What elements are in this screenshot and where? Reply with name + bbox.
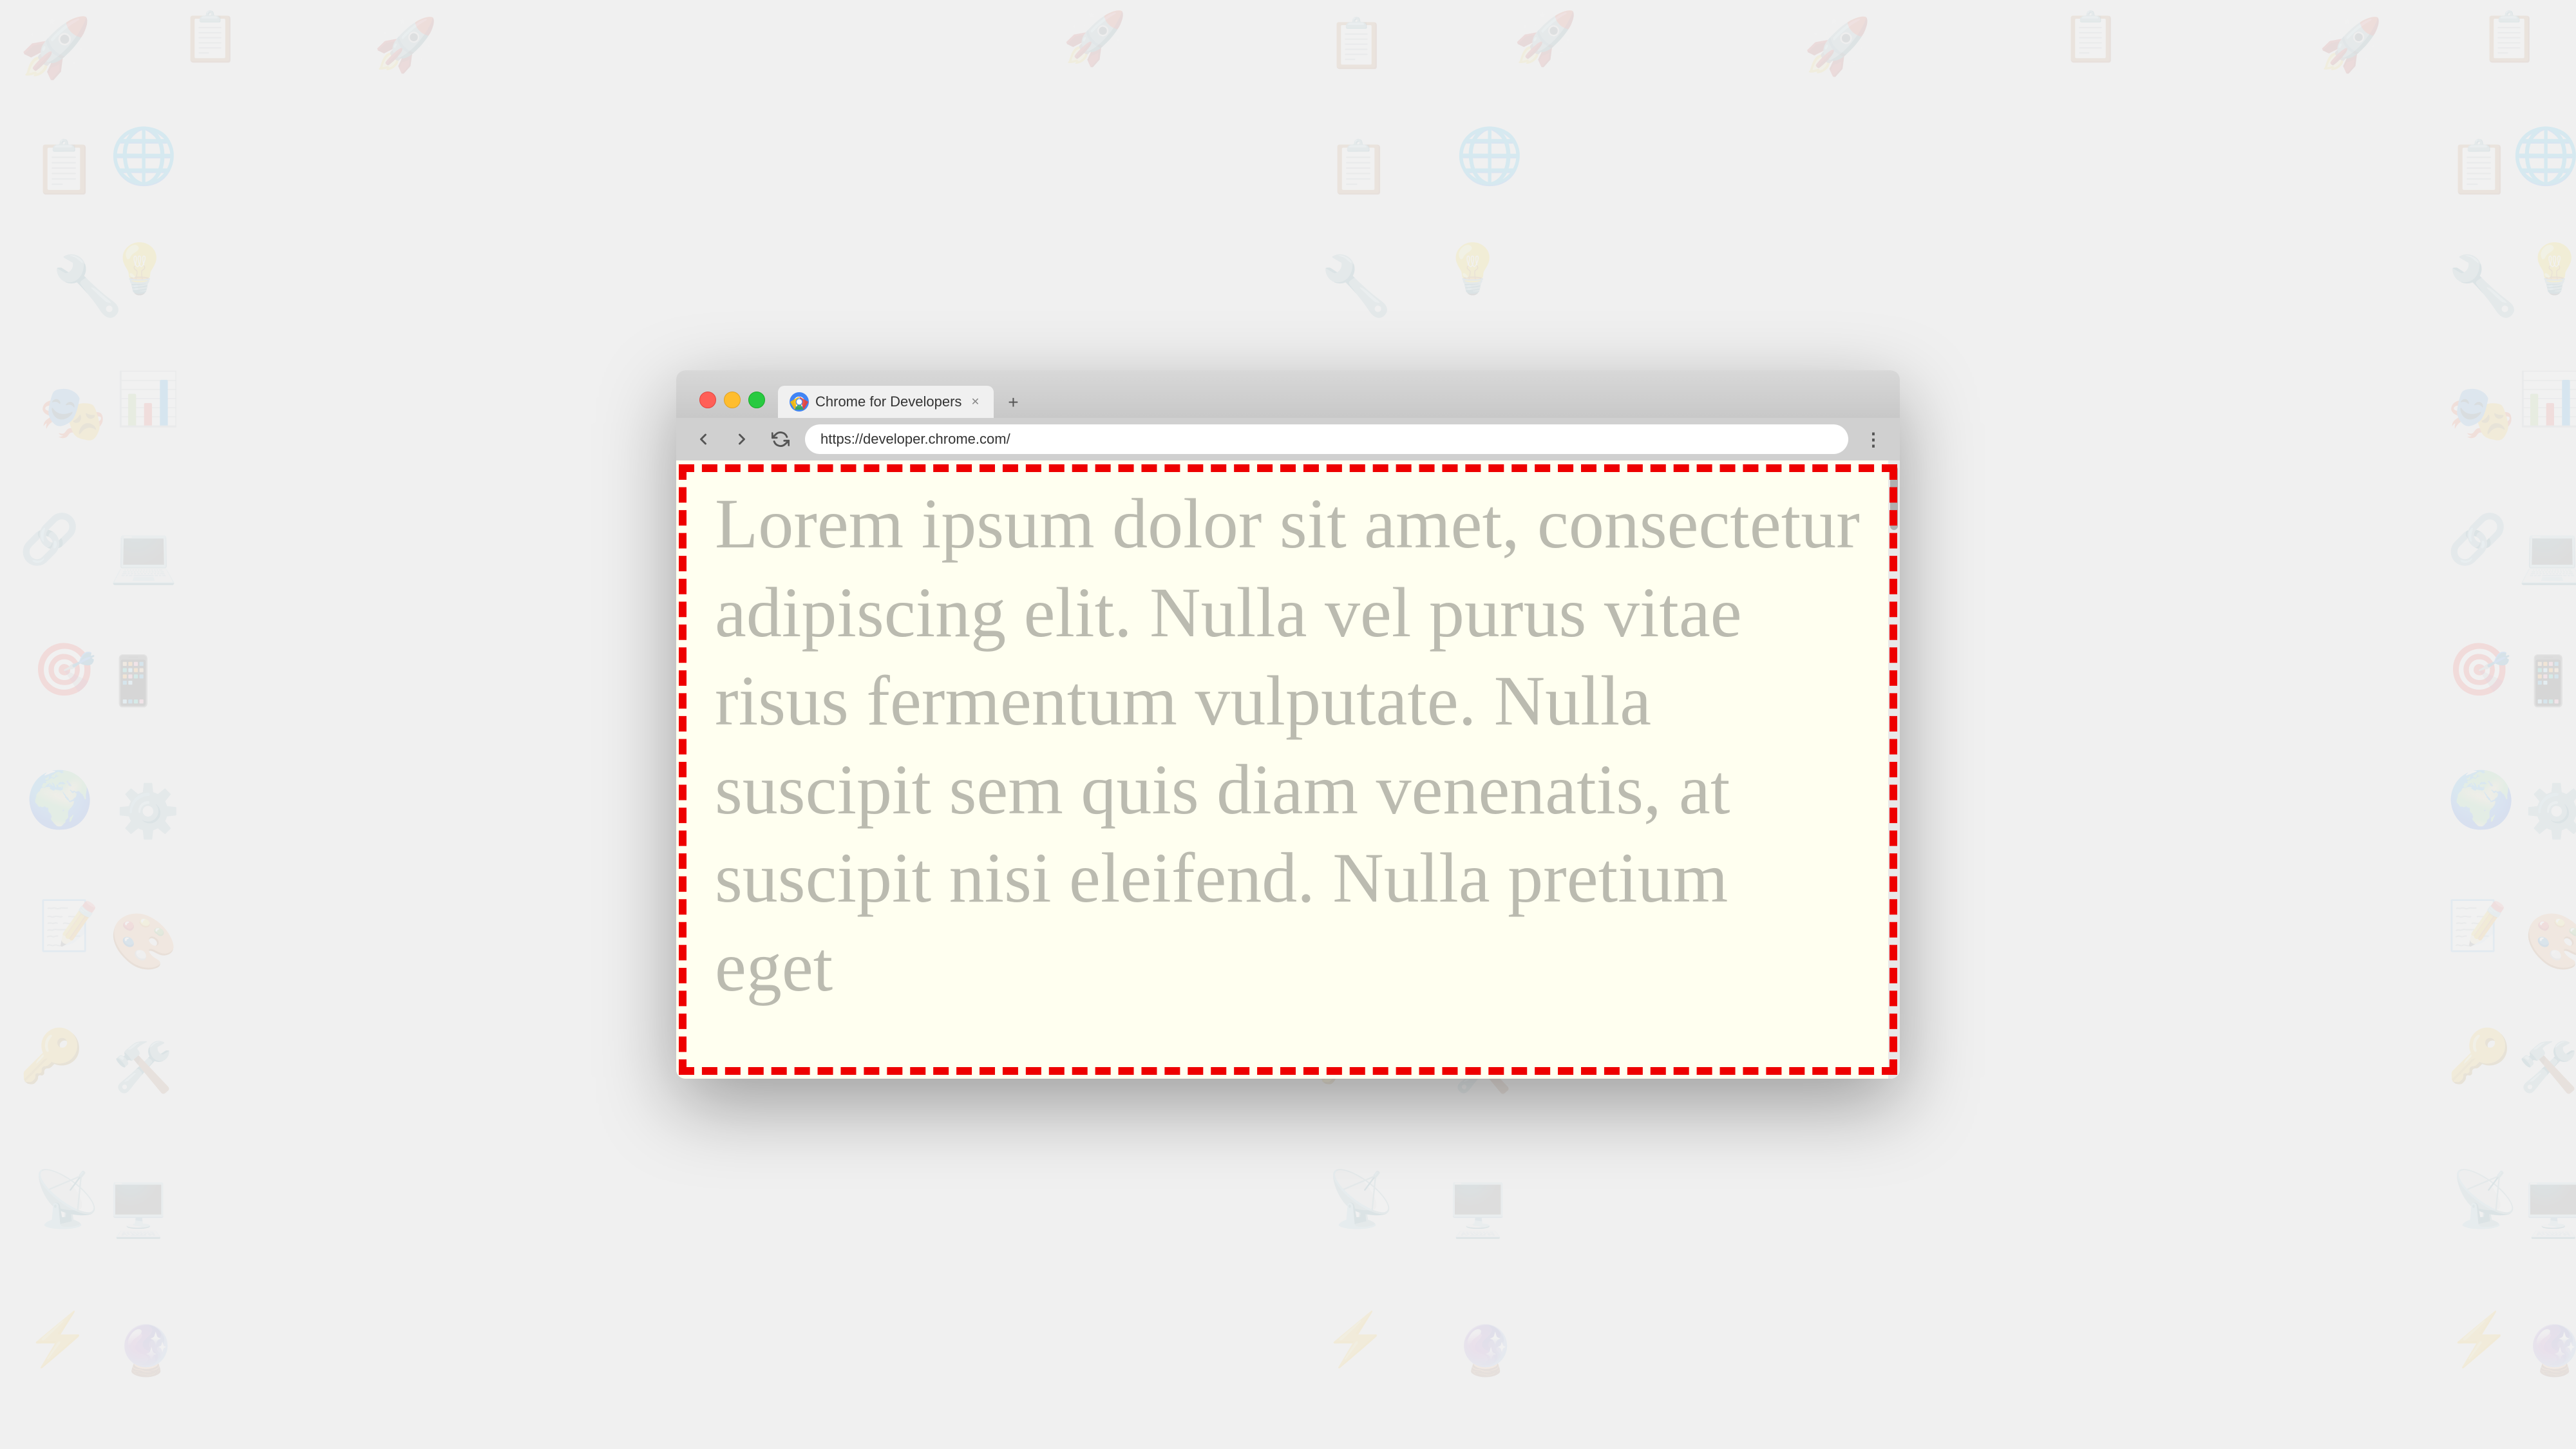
reload-button[interactable] (766, 425, 795, 453)
bg-icon: 📱 (2518, 657, 2576, 705)
bg-icon: 🚀 (374, 19, 438, 71)
web-content: Lorem ipsum dolor sit amet, consectetur … (676, 460, 1900, 1079)
tab-bar: Chrome for Developers ✕ + (778, 386, 1027, 418)
bg-icon: 💡 (109, 245, 169, 293)
browser-window: Chrome for Developers ✕ + (676, 370, 1900, 1079)
bg-icon: 🖥️ (106, 1185, 171, 1236)
bg-icon: 📋 (1327, 19, 1387, 68)
bg-icon: 📡 (32, 1172, 100, 1227)
bg-icon: 🔮 (2524, 1327, 2576, 1375)
bg-icon: 🌍 (2447, 773, 2515, 828)
bg-icon: 🎨 (109, 914, 178, 969)
bg-icon: ⚡ (26, 1314, 90, 1365)
menu-dots-icon: ⋮ (1864, 429, 1881, 450)
bg-icon: 💡 (1443, 245, 1502, 293)
navigation-bar: https://developer.chrome.com/ ⋮ (676, 418, 1900, 460)
bg-icon: ⚙️ (2524, 786, 2576, 837)
bg-icon: 🎯 (2447, 644, 2512, 696)
bg-icon: 📋 (32, 142, 97, 193)
browser-menu-button[interactable]: ⋮ (1859, 425, 1887, 453)
bg-icon: 📋 (2061, 13, 2121, 61)
bg-icon: 🔗 (19, 515, 79, 564)
bg-icon: 🖥️ (2521, 1185, 2576, 1236)
bg-icon: 🔮 (116, 1327, 176, 1375)
bg-icon: 📝 (2447, 902, 2507, 950)
bg-icon: ⚡ (2447, 1314, 2512, 1365)
bg-icon: 🖥️ (1446, 1185, 1510, 1236)
bg-icon: 🌐 (2512, 129, 2576, 184)
traffic-lights (699, 389, 765, 408)
tab-title: Chrome for Developers (815, 393, 961, 410)
bg-icon: 🚀 (2318, 19, 2383, 71)
scrollbar[interactable] (1888, 460, 1900, 1079)
bg-icon: 💻 (109, 528, 178, 583)
bg-icon: 🔧 (2447, 258, 2519, 316)
minimize-button[interactable] (724, 392, 741, 408)
forward-button[interactable] (728, 425, 756, 453)
back-button[interactable] (689, 425, 717, 453)
browser-wrapper: Chrome for Developers ✕ + (676, 370, 1900, 1079)
scrollbar-thumb[interactable] (1890, 466, 1898, 530)
bg-icon: 🚀 (1803, 19, 1871, 74)
bg-icon: 🌐 (109, 129, 178, 184)
bg-icon: 🔑 (19, 1030, 84, 1082)
url-display: https://developer.chrome.com/ (820, 431, 1833, 448)
close-button[interactable] (699, 392, 716, 408)
bg-icon: 💻 (2518, 528, 2576, 583)
bg-icon: 📱 (103, 657, 163, 705)
maximize-button[interactable] (748, 392, 765, 408)
bg-icon: 🛠️ (113, 1043, 173, 1092)
bg-icon: 🔮 (1455, 1327, 1515, 1375)
title-bar: Chrome for Developers ✕ + (676, 370, 1900, 418)
bg-icon: 🔗 (2447, 515, 2507, 564)
bg-icon: 📊 (116, 374, 180, 425)
bg-icon: 📡 (1327, 1172, 1395, 1227)
bg-icon: 🔧 (1320, 258, 1392, 316)
bg-icon: 📡 (2450, 1172, 2519, 1227)
bg-icon: 🌍 (26, 773, 94, 828)
bg-icon: 🚀 (19, 19, 91, 77)
bg-icon: ⚡ (1323, 1314, 1388, 1365)
new-tab-button[interactable]: + (999, 388, 1027, 417)
bg-icon: 🔑 (2447, 1030, 2512, 1082)
bg-icon: 🎭 (2447, 386, 2515, 441)
bg-icon: 🌐 (1455, 129, 1524, 184)
bg-icon: ⚙️ (116, 786, 180, 837)
bg-icon: 📝 (39, 902, 99, 950)
bg-icon: 📊 (2518, 374, 2576, 425)
bg-icon: 📋 (180, 13, 240, 61)
bg-icon: 🎭 (39, 386, 107, 441)
bg-icon: 📋 (1327, 142, 1391, 193)
bg-icon: 🛠️ (2518, 1043, 2576, 1092)
bg-icon: 🎨 (2524, 914, 2576, 969)
bg-icon: 📋 (2447, 142, 2512, 193)
bg-icon: 📋 (2479, 13, 2539, 61)
bg-icon: 🚀 (1513, 13, 1578, 64)
bg-icon: 🚀 (1063, 13, 1127, 64)
bg-icon: 💡 (2524, 245, 2576, 293)
address-bar[interactable]: https://developer.chrome.com/ (805, 424, 1848, 454)
active-tab[interactable]: Chrome for Developers ✕ (778, 386, 994, 418)
tab-close-button[interactable]: ✕ (968, 395, 982, 409)
bg-icon: 🎯 (32, 644, 97, 696)
chrome-favicon (790, 392, 809, 412)
lorem-ipsum-text: Lorem ipsum dolor sit amet, consectetur … (676, 460, 1900, 1030)
